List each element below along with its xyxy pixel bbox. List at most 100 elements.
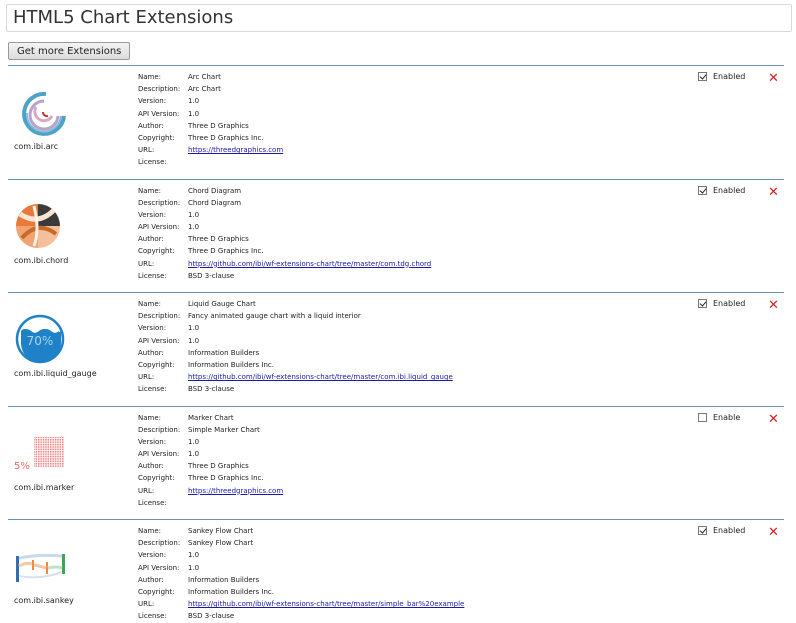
copyright-value: Three D Graphics Inc. — [188, 474, 264, 483]
url-label: URL: — [138, 486, 155, 495]
version-value: 1.0 — [188, 97, 200, 106]
url-label: URL: — [138, 373, 155, 382]
name-label: Name: — [138, 186, 162, 195]
description-label: Description: — [138, 425, 181, 434]
copyright-label: Copyright: — [138, 360, 175, 369]
author-label: Author: — [138, 462, 164, 471]
enable-checkbox[interactable] — [698, 299, 707, 308]
version-label: Version: — [138, 210, 167, 219]
api-version-value: 1.0 — [188, 563, 200, 572]
enable-label: Enabled — [713, 299, 746, 308]
extension-properties: Name: Sankey Flow Chart Description: Sanke… — [138, 525, 464, 623]
copyright-value: Information Builders Inc. — [188, 587, 274, 596]
api-version-value: 1.0 — [188, 223, 200, 232]
author-value: Information Builders — [188, 575, 260, 584]
list-item: com.ibi.sankey Name: Sankey Flow Chart De… — [8, 519, 784, 623]
page-title: HTML5 Chart Extensions — [13, 7, 234, 28]
marker-chart-icon: 5% — [14, 427, 74, 483]
name-label: Name: — [138, 73, 162, 81]
extension-id: com.ibi.sankey — [14, 596, 74, 605]
description-value: Simple Marker Chart — [188, 425, 260, 434]
liquid-gauge-icon: 70% — [14, 313, 74, 369]
copyright-label: Copyright: — [138, 587, 175, 596]
marker-value-text: 5% — [14, 461, 30, 472]
version-value: 1.0 — [188, 437, 200, 446]
author-value: Information Builders — [188, 348, 260, 357]
author-label: Author: — [138, 348, 164, 357]
url-label: URL: — [138, 146, 155, 155]
license-label: License: — [138, 385, 167, 394]
url-link[interactable]: https://github.com/ibi/wf-extensions-cha… — [188, 258, 431, 270]
author-value: Three D Graphics — [188, 462, 249, 471]
extension-id: com.ibi.liquid_gauge — [14, 369, 97, 378]
list-item: 5% com.ibi.marker Name: Marker Chart Desc… — [8, 405, 784, 520]
version-value: 1.0 — [188, 324, 200, 333]
api-version-value: 1.0 — [188, 450, 200, 459]
enable-toggle[interactable]: Enabled — [698, 72, 745, 81]
extension-properties: Name: Liquid Gauge Chart Description: Fanc… — [138, 298, 453, 396]
url-label: URL: — [138, 600, 155, 609]
author-value: Three D Graphics — [188, 121, 249, 130]
extension-id: com.ibi.marker — [14, 482, 75, 492]
description-label: Description: — [138, 85, 181, 94]
enable-toggle[interactable]: Enabled — [698, 526, 745, 535]
name-value: Chord Diagram — [188, 186, 242, 195]
license-label: License: — [138, 271, 167, 280]
enable-label: Enabled — [713, 185, 746, 195]
name-value: Marker Chart — [188, 413, 234, 422]
extension-properties: Name: Arc Chart Description: Arc Chart Ver… — [138, 71, 283, 169]
author-label: Author: — [138, 235, 164, 244]
name-label: Name: — [138, 300, 162, 308]
description-value: Fancy animated gauge chart with a liquid… — [188, 312, 361, 321]
copyright-label: Copyright: — [138, 133, 175, 142]
name-value: Sankey Flow Chart — [188, 527, 254, 535]
url-link[interactable]: https://github.com/ibi/wf-extensions-cha… — [188, 598, 464, 610]
enable-checkbox[interactable] — [698, 72, 707, 81]
name-label: Name: — [138, 413, 162, 422]
license-value: BSD 3-clause — [188, 612, 235, 621]
url-link[interactable]: https://github.com/ibi/wf-extensions-cha… — [188, 371, 453, 383]
description-value: Sankey Flow Chart — [188, 539, 254, 548]
api-version-label: API Version: — [138, 450, 180, 459]
enable-toggle[interactable]: Enabled — [698, 299, 745, 308]
delete-icon[interactable]: ✕ — [768, 526, 779, 539]
license-label: License: — [138, 498, 167, 507]
get-more-extensions-button[interactable]: Get more Extensions — [8, 42, 131, 60]
enable-checkbox[interactable] — [698, 185, 707, 195]
license-label: License: — [138, 158, 167, 167]
copyright-value: Three D Graphics Inc. — [188, 133, 264, 142]
author-label: Author: — [138, 575, 164, 584]
api-version-label: API Version: — [138, 563, 180, 572]
enable-label: Enabled — [713, 526, 746, 535]
enable-checkbox[interactable] — [698, 526, 707, 535]
sankey-chart-icon — [14, 540, 74, 596]
api-version-label: API Version: — [138, 336, 180, 345]
api-version-label: API Version: — [138, 109, 180, 118]
name-value: Arc Chart — [188, 73, 221, 81]
enable-toggle[interactable]: Enabled — [698, 185, 746, 195]
list-item: 70% com.ibi.liquid_gauge Name: Liquid Gau… — [8, 292, 784, 406]
name-label: Name: — [138, 527, 162, 535]
delete-icon[interactable]: ✕ — [768, 299, 779, 312]
extension-properties: Name: Marker Chart Description: Simple Mar… — [138, 412, 283, 510]
delete-icon[interactable]: ✕ — [768, 413, 779, 426]
copyright-label: Copyright: — [138, 474, 175, 483]
version-value: 1.0 — [188, 551, 200, 560]
version-label: Version: — [138, 324, 167, 333]
enable-label: Enable — [713, 412, 741, 422]
api-version-value: 1.0 — [188, 109, 200, 118]
license-value: BSD 3-clause — [188, 385, 235, 394]
delete-icon[interactable]: ✕ — [768, 186, 779, 199]
enable-label: Enabled — [713, 72, 746, 81]
delete-icon[interactable]: ✕ — [768, 72, 779, 85]
description-label: Description: — [138, 312, 181, 321]
version-label: Version: — [138, 437, 167, 446]
version-label: Version: — [138, 97, 167, 106]
license-label: License: — [138, 612, 167, 621]
url-link[interactable]: https://threedgraphics.com — [188, 485, 283, 497]
author-value: Three D Graphics — [188, 235, 249, 244]
enable-toggle[interactable]: Enable — [698, 412, 741, 422]
extension-id: com.ibi.arc — [14, 142, 59, 151]
enable-checkbox[interactable] — [698, 412, 707, 422]
url-link[interactable]: https://threedgraphics.com — [188, 144, 283, 156]
